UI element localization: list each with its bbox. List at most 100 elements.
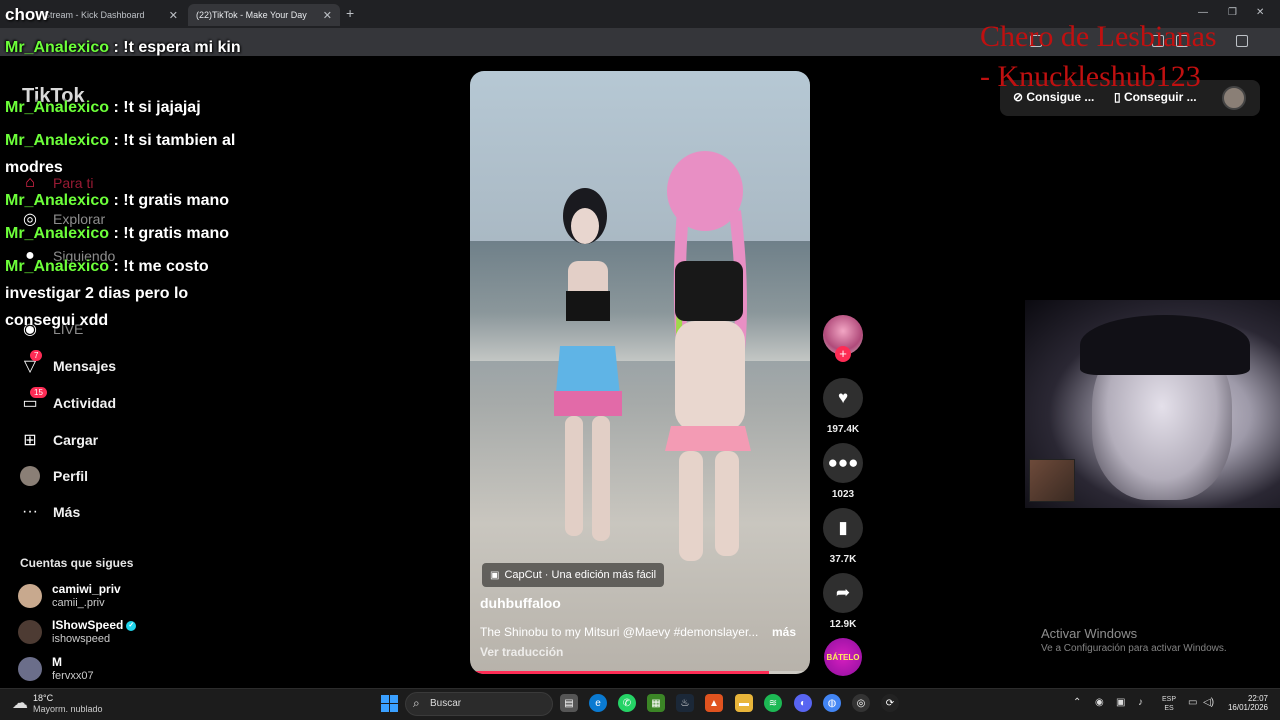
chat-message: Mr_Analexico : !t gratis mano [5,187,255,214]
taskbar-clock[interactable]: 22:07 16/01/2026 [1222,694,1268,712]
following-account[interactable]: camiwi_priv camii_.priv [18,582,121,610]
language-top: ESP [1162,696,1177,703]
verified-icon: ✓ [126,620,137,631]
language-indicator[interactable]: ESP ES [1162,695,1176,713]
video-description: The Shinobu to my Mitsuri @Maevy #demons… [480,625,759,639]
spotify-icon[interactable]: ≋ [764,694,782,712]
sidebar-item-label: Actividad [53,395,117,411]
sidebar-item-label: Cargar [53,432,99,448]
sidebar-item-mensajes[interactable]: ▽ 7 Mensajes [20,350,117,379]
account-handle: ishowspeed [52,633,111,645]
user-avatar[interactable] [1222,86,1246,110]
video-person [554,188,622,541]
sidebar-item-mas[interactable]: ··· Más [20,499,80,525]
weather-temp[interactable]: 18°C [33,693,53,703]
obs-icon[interactable]: ◎ [852,694,870,712]
avatar [18,584,42,608]
share-button[interactable]: ➦ [823,573,863,613]
tab-kick-dashboard[interactable]: Stream - Kick Dashboard ✕ [36,4,186,26]
tab-title: Stream - Kick Dashboard [44,10,145,20]
cloud-icon[interactable]: ☁ [12,693,28,713]
chat-text: : !t gratis mano [109,225,230,242]
activity-icon: ▭ 15 [20,387,47,413]
chat-message: Mr_Analexico : !t espera mi kin [5,34,255,61]
chat-message: Mr_Analexico : !t si tambien al modres [5,127,255,181]
search-label: Buscar [430,698,462,709]
chat-message: Mr_Analexico : !t gratis mano [5,220,255,247]
chevron-up-icon[interactable]: ⌃ [1073,697,1081,708]
tray-icon[interactable]: ◉ [1095,697,1104,708]
sound-disc[interactable]: BÁTELO [824,638,862,676]
folder-icon[interactable]: ▬ [735,694,753,712]
comment-button[interactable]: ●●● [823,443,863,483]
tab-tiktok[interactable]: (22)TikTok - Make Your Day ✕ [188,4,340,26]
more-link[interactable]: más [772,625,796,639]
app-icon[interactable]: ▲ [705,694,723,712]
clock-date: 16/01/2026 [1227,703,1268,712]
activity-badge: 15 [30,387,47,398]
chat-username: Mr_Analexico [5,192,110,209]
sidebar-item-label: Mensajes [53,358,117,374]
weather-desc[interactable]: Mayorm. nublado [33,704,103,714]
close-tab-icon[interactable]: ✕ [169,9,178,22]
more-icon: ··· [22,503,38,520]
chat-message: Mr_Analexico : !t me costo investigar 2 … [5,253,255,334]
chat-text: : !t gratis mano [109,192,230,209]
video-username[interactable]: duhbuffaloo [480,595,561,611]
sidebar-item-actividad[interactable]: ▭ 15 Actividad [20,387,117,416]
account-name: IShowSpeed [52,618,124,632]
comment-icon: ●●● [827,453,859,472]
sidebar-item-cargar[interactable]: ⊞ Cargar [20,427,98,453]
whatsapp-icon[interactable]: ✆ [618,694,636,712]
microphone-icon[interactable]: ♪ [1138,697,1143,708]
chat-username: Mr_Analexico [5,132,110,149]
video-player[interactable]: ▣ CapCut · Una edición más fácil duhbuff… [470,71,810,674]
translate-link[interactable]: Ver traducción [480,645,563,659]
activate-windows-title: Activar Windows [1041,626,1138,641]
steam-icon[interactable]: ♨ [676,694,694,712]
discord-icon[interactable]: ◐ [794,694,812,712]
close-window-icon[interactable]: ✕ [1256,7,1264,18]
activate-windows-sub: Ve a Configuración para activar Windows. [1041,643,1227,654]
clock-time: 22:07 [1247,694,1268,703]
follow-plus-icon[interactable]: + [835,346,851,362]
like-button[interactable]: ♥ [823,378,863,418]
video-progress[interactable] [470,671,810,674]
video-person [665,151,751,561]
chrome-icon[interactable]: ◍ [823,694,841,712]
sidebar-item-perfil[interactable]: Perfil [20,463,88,489]
capcut-badge[interactable]: ▣ CapCut · Una edición más fácil [482,563,665,587]
new-tab-button[interactable]: + [346,5,354,21]
stream-overlay-text: Chero de Lesbianas [980,20,1217,53]
sound-label: BÁTELO [826,652,860,662]
close-tab-icon[interactable]: ✕ [323,9,332,22]
edge-icon[interactable]: e [589,694,607,712]
file-app-icon[interactable]: ▤ [560,694,578,712]
capture-icon[interactable]: ⟳ [881,694,899,712]
share-icon: ➦ [835,583,851,602]
search-icon: ⌕ [413,696,420,710]
windows-start-icon[interactable] [381,695,398,712]
volume-icon[interactable]: ◁) [1203,697,1214,708]
extension-icon[interactable] [1236,35,1248,47]
capcut-icon: ▣ [490,569,500,581]
taskbar-search[interactable] [405,692,553,716]
webcam-hair [1080,315,1250,375]
tray-icon[interactable]: ▣ [1116,697,1125,708]
following-title: Cuentas que sigues [20,556,134,570]
save-button[interactable]: ▮ [823,508,863,548]
upload-icon: ⊞ [23,432,37,449]
profile-icon [20,466,40,486]
minecraft-icon[interactable]: ▦ [647,694,665,712]
maximize-icon[interactable]: ❐ [1228,7,1237,18]
following-account[interactable]: M fervxx07 [18,655,94,683]
like-count: 197.4K [826,424,860,435]
streamer-name: chow [5,5,49,24]
account-handle: camii_.priv [52,597,105,609]
following-account[interactable]: IShowSpeed ✓ ishowspeed [18,618,137,646]
taskbar [0,688,1280,720]
network-icon[interactable]: ▭ [1188,697,1197,708]
account-name: camiwi_priv [52,582,121,596]
minimize-icon[interactable]: — [1198,7,1208,18]
sidebar-item-label: Más [53,504,81,520]
